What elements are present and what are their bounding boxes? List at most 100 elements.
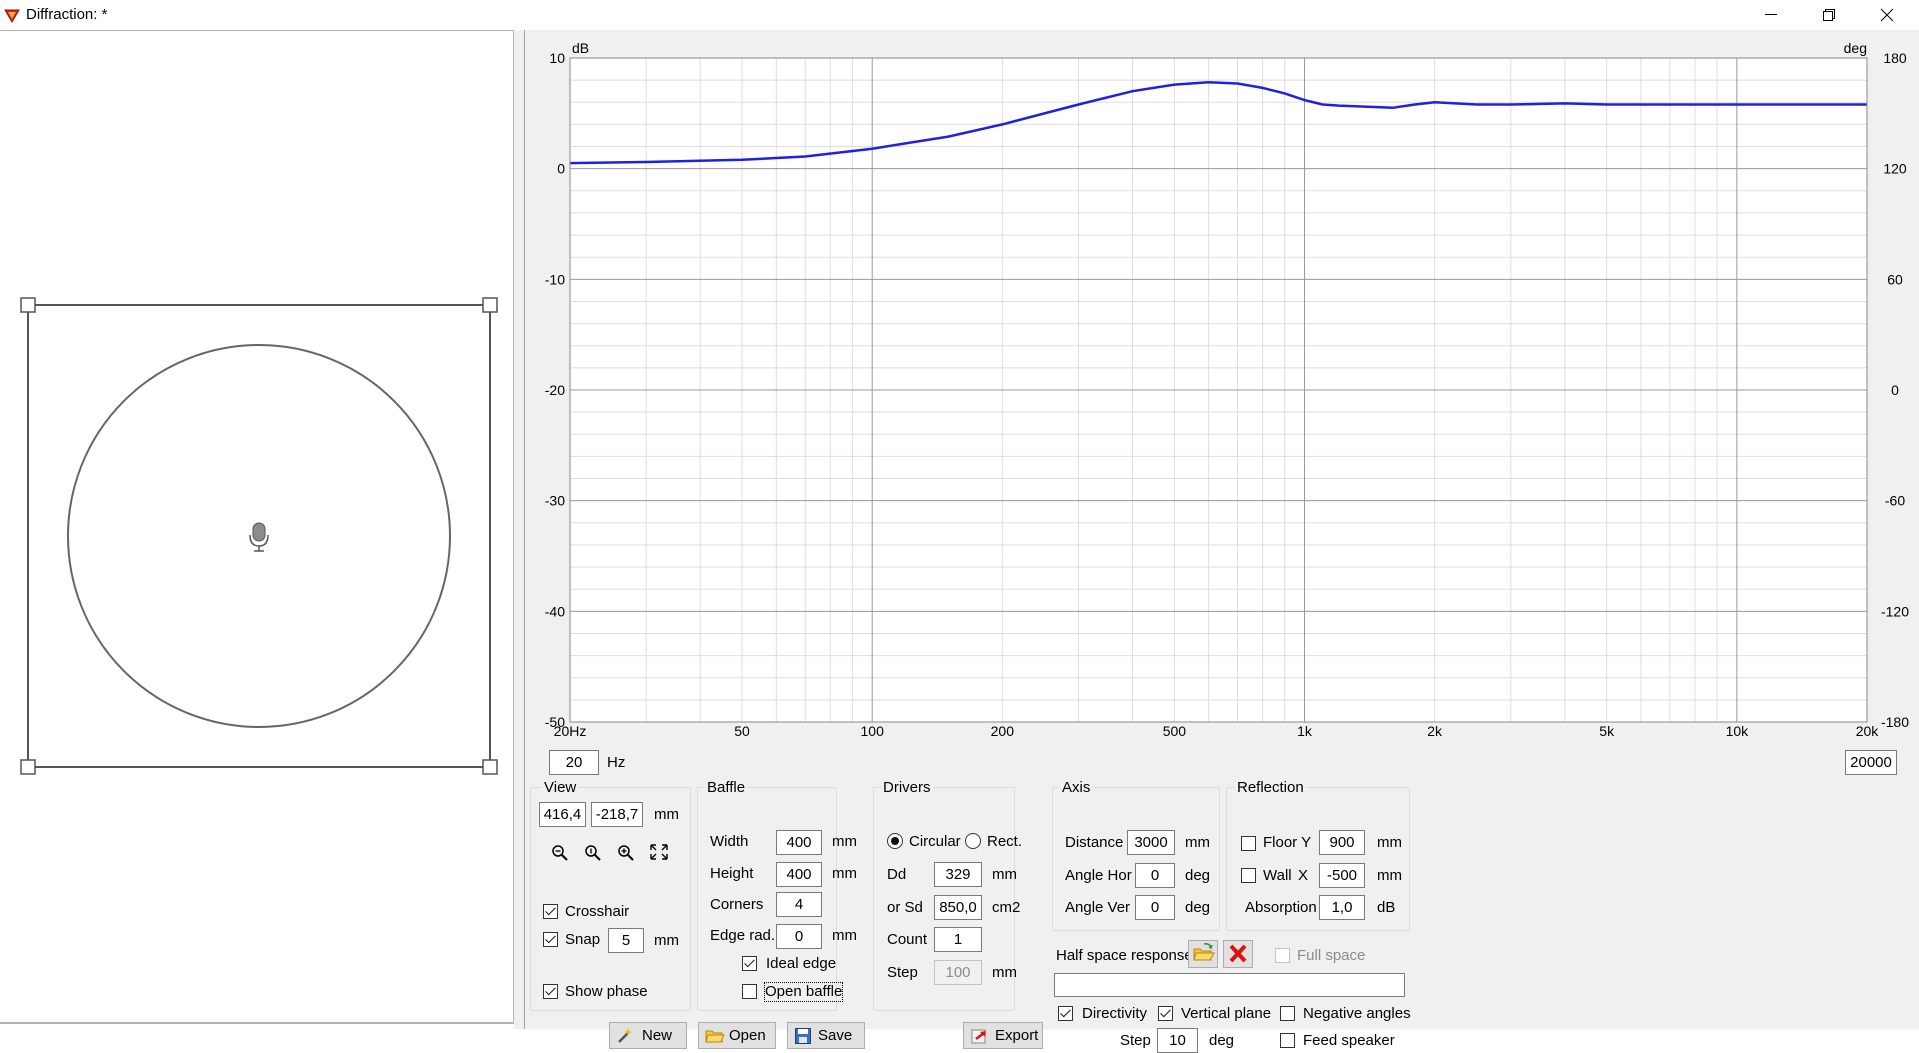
folder-open-icon (1193, 943, 1215, 961)
view-x-input[interactable] (539, 802, 586, 827)
resize-handle-bottom-left[interactable] (20, 759, 36, 775)
right-tick-label: 120 (1883, 161, 1907, 177)
directivity-step-unit: deg (1209, 1032, 1235, 1049)
app-icon (4, 9, 20, 23)
baffle-corners-input[interactable] (776, 892, 822, 917)
baffle-title: Baffle (705, 779, 748, 797)
directivity-step-label: Step (1120, 1032, 1151, 1049)
circular-radio[interactable] (887, 833, 903, 849)
ideal-edge-label: Ideal edge (766, 955, 837, 972)
directivity-step-input[interactable] (1157, 1028, 1198, 1053)
distance-label: Distance (1065, 834, 1124, 851)
driver-step-unit: mm (992, 964, 1017, 981)
vertical-plane-checkbox[interactable] (1158, 1006, 1173, 1021)
half-space-path-input[interactable] (1054, 973, 1405, 997)
baffle-width-label: Width (710, 833, 749, 850)
baffle-editor-canvas[interactable] (0, 30, 514, 1024)
half-space-clear-button[interactable] (1223, 940, 1253, 968)
x-tick-label: 500 (1163, 723, 1187, 739)
directivity-label: Directivity (1082, 1005, 1148, 1022)
floor-input[interactable] (1319, 830, 1365, 855)
zoom-all-button[interactable] (647, 841, 671, 863)
distance-input[interactable] (1127, 830, 1175, 855)
delete-icon (1229, 944, 1247, 963)
snap-label: Snap (565, 931, 601, 948)
dd-label: Dd (887, 866, 907, 883)
dd-input[interactable] (934, 862, 982, 887)
absorption-unit: dB (1377, 899, 1396, 916)
sd-label: or Sd (887, 899, 923, 916)
window-title: Diffraction: * (26, 6, 108, 23)
snap-input[interactable] (608, 928, 644, 953)
absorption-input[interactable] (1319, 895, 1365, 920)
half-space-open-button[interactable] (1188, 940, 1218, 968)
frequency-response-graph[interactable]: 20Hz 50 100 200 500 1k 2k 5k 10k 20k100-10-20-30-… (525, 30, 1919, 745)
driver-step-input[interactable] (934, 960, 982, 985)
floor-checkbox[interactable] (1241, 836, 1256, 851)
resize-handle-top-right[interactable] (482, 297, 498, 313)
show-phase-checkbox[interactable] (543, 984, 558, 999)
negative-angles-label: Negative angles (1303, 1005, 1411, 1022)
x-tick-label: 10k (1726, 723, 1750, 739)
right-axis-unit: deg (1844, 40, 1867, 56)
zoom-out-button[interactable] (548, 841, 572, 863)
wall-checkbox[interactable] (1241, 868, 1256, 883)
vertical-plane-label: Vertical plane (1181, 1005, 1272, 1022)
reflection-title: Reflection (1235, 779, 1306, 797)
ideal-edge-checkbox[interactable] (742, 956, 757, 971)
microphone-icon[interactable] (249, 522, 269, 552)
right-pane: 20Hz 50 100 200 500 1k 2k 5k 10k 20k 10 0 -10 -20 -30-… (525, 30, 1919, 1053)
minimize-button[interactable] (1742, 0, 1800, 30)
restore-button[interactable] (1800, 0, 1858, 30)
zoom-in-button[interactable] (614, 841, 638, 863)
left-tick-label: -40 (545, 603, 565, 619)
baffle-height-input[interactable] (776, 862, 822, 887)
freq-min-input[interactable] (549, 750, 599, 775)
show-phase-label: Show phase (565, 983, 648, 1000)
rect-radio[interactable] (965, 833, 981, 849)
minimize-icon (1765, 14, 1777, 15)
full-space-checkbox[interactable] (1275, 948, 1290, 963)
baffle-corners-label: Corners (710, 896, 764, 913)
freq-max-input[interactable] (1845, 750, 1897, 775)
baffle-edge-rad-input[interactable] (776, 924, 822, 949)
view-y-input[interactable] (591, 802, 643, 827)
directivity-checkbox[interactable] (1058, 1006, 1073, 1021)
left-axis-unit: dB (572, 40, 589, 56)
resize-handle-bottom-right[interactable] (482, 759, 498, 775)
zoom-fit-height-button[interactable] (581, 841, 605, 863)
driver-step-label: Step (887, 964, 918, 981)
open-button-label: Open (729, 1027, 766, 1044)
save-button[interactable]: Save (787, 1022, 865, 1049)
new-button[interactable]: New (609, 1022, 687, 1049)
open-button[interactable]: Open (698, 1022, 776, 1049)
crosshair-checkbox[interactable] (543, 904, 558, 919)
zoom-in-icon (618, 845, 634, 861)
close-button[interactable] (1858, 0, 1916, 30)
count-input[interactable] (934, 927, 982, 952)
absorption-label: Absorption (1245, 899, 1317, 916)
floppy-disk-icon (795, 1028, 811, 1044)
save-button-label: Save (818, 1027, 853, 1044)
negative-angles-checkbox[interactable] (1280, 1006, 1295, 1021)
left-tick-label: 10 (549, 50, 565, 66)
right-tick-label: 0 (1891, 382, 1899, 398)
resize-handle-top-left[interactable] (20, 297, 36, 313)
angle-hor-input[interactable] (1135, 863, 1175, 888)
export-button-label: Export (995, 1027, 1039, 1044)
baffle-width-input[interactable] (776, 830, 822, 855)
angle-ver-input[interactable] (1135, 895, 1175, 920)
wall-input[interactable] (1319, 863, 1365, 888)
angle-hor-label: Angle Hor (1065, 867, 1132, 884)
zoom-fit-icon (585, 845, 601, 861)
pane-splitter[interactable] (514, 30, 525, 1029)
open-baffle-checkbox[interactable] (742, 984, 757, 999)
rect-label: Rect. (987, 833, 1023, 850)
snap-checkbox[interactable] (543, 932, 558, 947)
sd-input[interactable] (934, 895, 982, 920)
export-button[interactable]: Export (963, 1022, 1043, 1049)
x-tick-label: 100 (861, 723, 885, 739)
feed-speaker-checkbox[interactable] (1280, 1033, 1295, 1048)
snap-unit: mm (654, 932, 679, 949)
distance-unit: mm (1185, 834, 1210, 851)
